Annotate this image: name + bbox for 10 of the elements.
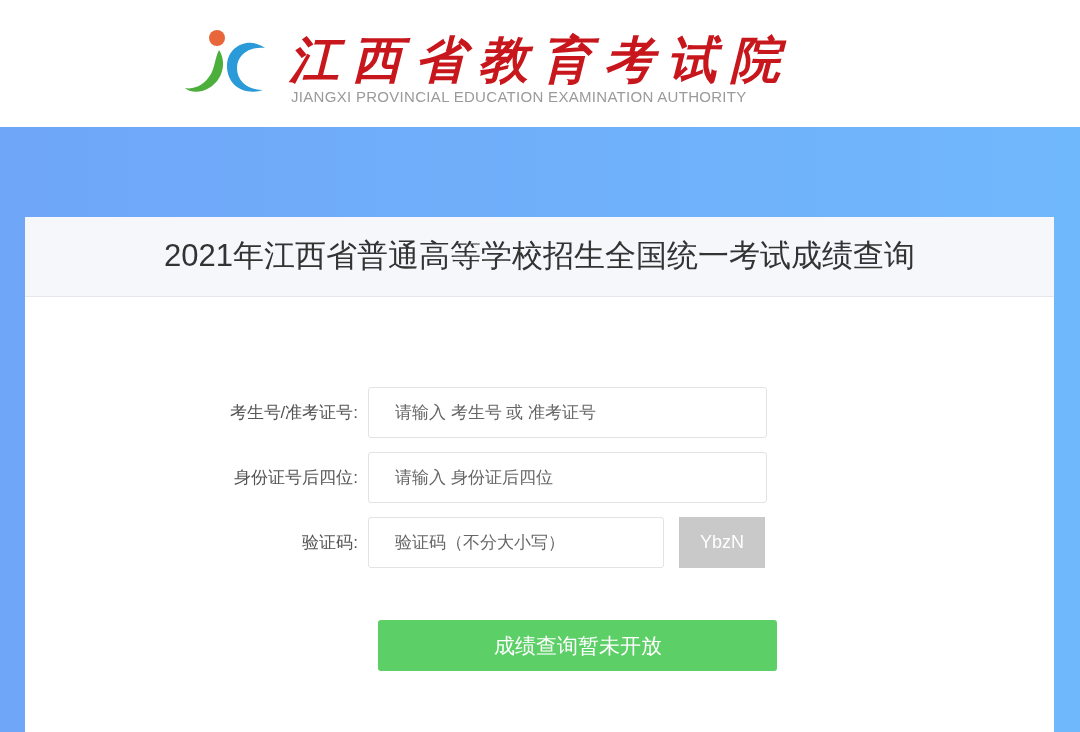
query-button[interactable]: 成绩查询暂未开放 — [378, 620, 777, 671]
logo-title: 江西省教育考试院 — [289, 31, 793, 88]
captcha-field[interactable]: 验证码（不分大小写） — [368, 517, 664, 568]
field-label: 考生号/准考证号: — [228, 401, 359, 424]
input-field[interactable]: 请输入 身份证后四位 — [368, 452, 767, 503]
logo-subtitle: JIANGXI PROVINCIAL EDUCATION EXAMINATION AUTHORITY — [291, 87, 748, 106]
input-field[interactable]: 请输入 考生号 或 准考证号 — [368, 387, 767, 438]
field-label: 身份证号后四位: — [233, 466, 359, 489]
field-label: 验证码: — [301, 531, 359, 554]
card-title: 2021年江西省普通高等学校招生全国统一考试成绩查询 — [164, 237, 915, 276]
